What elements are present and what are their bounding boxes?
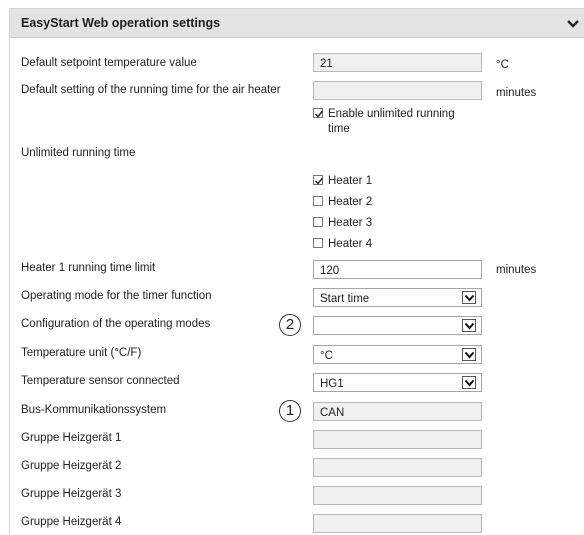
runtime-field[interactable] xyxy=(313,81,482,100)
heater-3-label: Heater 3 xyxy=(328,217,373,229)
callout-1: 1 xyxy=(279,400,301,422)
limit-label: Heater 1 running time limit xyxy=(21,262,156,274)
group-4-label: Gruppe Heizgerät 4 xyxy=(21,516,122,528)
group-4-field[interactable] xyxy=(313,514,482,533)
sensor-select[interactable]: HG1 xyxy=(313,373,482,392)
heater-1-option[interactable]: Heater 1 xyxy=(313,174,413,189)
runtime-unit: minutes xyxy=(496,87,537,99)
group-3-label: Gruppe Heizgerät 3 xyxy=(21,488,122,500)
heater-4-checkbox[interactable] xyxy=(313,238,323,248)
timer-mode-value: Start time xyxy=(320,293,370,305)
heater-4-option[interactable]: Heater 4 xyxy=(313,237,413,252)
timer-mode-label: Operating mode for the timer function xyxy=(21,290,212,302)
heater-2-checkbox[interactable] xyxy=(313,196,323,206)
settings-panel: EasyStart Web operation settings Default… xyxy=(9,8,584,535)
sensor-label: Temperature sensor connected xyxy=(21,375,180,387)
dropdown-arrow-icon[interactable] xyxy=(462,376,476,389)
setpoint-field[interactable]: 21 xyxy=(313,53,482,72)
heater-1-checkbox[interactable] xyxy=(313,175,324,185)
temp-unit-select[interactable]: °C xyxy=(313,345,482,364)
config-modes-select[interactable] xyxy=(313,316,482,335)
temp-unit-label: Temperature unit (°C/F) xyxy=(21,347,142,359)
heater-3-checkbox[interactable] xyxy=(313,217,323,227)
config-modes-label: Configuration of the operating modes xyxy=(21,318,211,330)
unlimited-checkbox[interactable] xyxy=(313,108,324,118)
dropdown-arrow-icon[interactable] xyxy=(462,319,476,332)
limit-unit: minutes xyxy=(496,264,537,276)
heater-1-label: Heater 1 xyxy=(328,175,373,187)
callout-2: 2 xyxy=(279,314,301,336)
group-1-label: Gruppe Heizgerät 1 xyxy=(21,432,122,444)
limit-field[interactable]: 120 xyxy=(313,260,482,279)
chevron-down-icon[interactable] xyxy=(566,17,580,31)
unlimited-label: Unlimited running time xyxy=(21,147,136,159)
temp-unit-value: °C xyxy=(320,350,333,362)
group-1-field[interactable] xyxy=(313,430,482,449)
setpoint-label: Default setpoint temperature value xyxy=(21,57,197,69)
unlimited-toggle[interactable]: Enable unlimited running time xyxy=(313,107,493,139)
timer-mode-select[interactable]: Start time xyxy=(313,288,482,307)
runtime-label: Default setting of the running time for … xyxy=(21,84,281,96)
bus-field[interactable]: CAN xyxy=(313,402,482,421)
group-3-field[interactable] xyxy=(313,486,482,505)
dropdown-arrow-icon[interactable] xyxy=(462,291,476,304)
panel-title: EasyStart Web operation settings xyxy=(21,16,221,30)
panel-header[interactable]: EasyStart Web operation settings xyxy=(10,9,584,38)
unlimited-checkbox-label: Enable unlimited running xyxy=(328,108,455,120)
bus-label: Bus-Kommunikationssystem xyxy=(21,404,167,416)
sensor-value: HG1 xyxy=(320,378,344,390)
group-2-field[interactable] xyxy=(313,458,482,477)
group-2-label: Gruppe Heizgerät 2 xyxy=(21,460,122,472)
dropdown-arrow-icon[interactable] xyxy=(462,348,476,361)
heater-2-option[interactable]: Heater 2 xyxy=(313,195,413,210)
heater-2-label: Heater 2 xyxy=(328,196,373,208)
setpoint-unit: °C xyxy=(496,59,509,71)
heater-4-label: Heater 4 xyxy=(328,238,373,250)
heater-3-option[interactable]: Heater 3 xyxy=(313,216,413,231)
unlimited-checkbox-label-2: time xyxy=(328,123,350,135)
